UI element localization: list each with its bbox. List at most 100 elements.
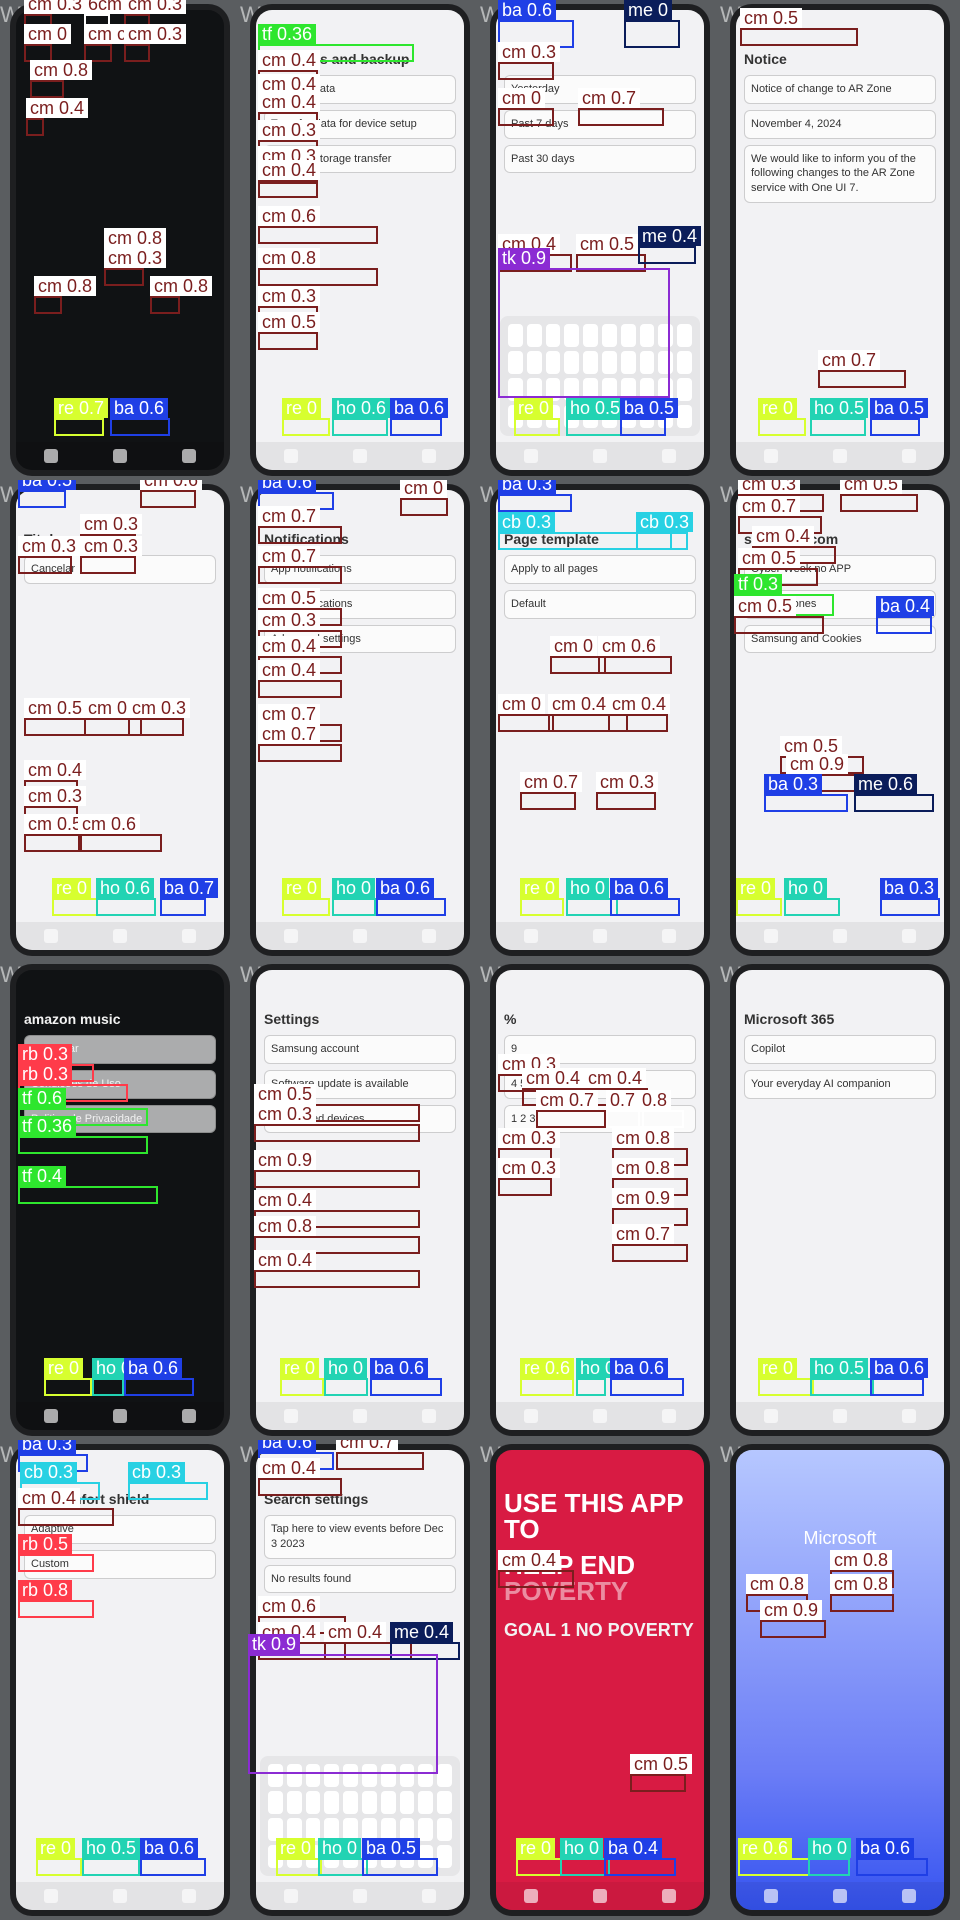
key[interactable] <box>564 351 580 374</box>
key[interactable] <box>343 1764 358 1787</box>
recents-button[interactable] <box>763 449 778 463</box>
key[interactable] <box>602 405 617 428</box>
screen-item[interactable]: Smartphones <box>744 589 936 619</box>
key[interactable] <box>343 1791 358 1814</box>
nav-bar[interactable] <box>16 1402 224 1430</box>
screen-item[interactable]: Advanced settings <box>264 624 456 654</box>
key[interactable] <box>677 405 692 428</box>
key[interactable] <box>362 1818 377 1841</box>
key[interactable] <box>677 378 692 401</box>
screen-item[interactable]: Transfer data for device setup <box>264 109 456 139</box>
back-button[interactable] <box>902 449 917 463</box>
screen-item[interactable]: External storage transfer <box>264 144 456 174</box>
key[interactable] <box>508 378 523 401</box>
home-button[interactable] <box>832 929 847 943</box>
key[interactable] <box>437 1845 452 1868</box>
key[interactable] <box>583 351 598 374</box>
home-button[interactable] <box>352 1409 367 1423</box>
recents-button[interactable] <box>523 1409 538 1423</box>
key[interactable] <box>602 324 617 347</box>
key[interactable] <box>399 1818 415 1841</box>
key[interactable] <box>508 324 523 347</box>
recents-button[interactable] <box>523 929 538 943</box>
key[interactable] <box>305 1845 321 1868</box>
key[interactable] <box>508 351 523 374</box>
back-button[interactable] <box>902 1409 917 1423</box>
key[interactable] <box>380 1791 396 1814</box>
key[interactable] <box>658 351 674 374</box>
key[interactable] <box>418 1845 434 1868</box>
key[interactable] <box>286 1845 302 1868</box>
screen-item[interactable]: Default <box>504 589 696 619</box>
key[interactable] <box>399 1764 415 1787</box>
back-button[interactable] <box>422 1889 437 1903</box>
screen-item[interactable]: Cancelar <box>24 554 216 584</box>
key[interactable] <box>564 324 580 347</box>
back-button[interactable] <box>662 1409 677 1423</box>
screen-item[interactable]: 9 <box>504 1034 696 1064</box>
keyboard[interactable] <box>500 316 700 436</box>
back-button[interactable] <box>422 1409 437 1423</box>
key[interactable] <box>677 351 692 374</box>
recents-button[interactable] <box>763 929 778 943</box>
key[interactable] <box>343 1818 358 1841</box>
nav-bar[interactable] <box>16 1882 224 1910</box>
recents-button[interactable] <box>523 449 538 463</box>
back-button[interactable] <box>182 929 197 943</box>
screen-item[interactable]: Copilot <box>744 1034 936 1064</box>
key[interactable] <box>658 378 674 401</box>
key[interactable] <box>583 378 598 401</box>
key[interactable] <box>324 1764 340 1787</box>
screen-item[interactable]: Yesterday <box>504 74 696 104</box>
key[interactable] <box>362 1845 377 1868</box>
nav-bar[interactable] <box>496 1882 704 1910</box>
key[interactable] <box>418 1818 434 1841</box>
key[interactable] <box>362 1764 377 1787</box>
screen-item[interactable]: 1 2 3 <box>504 1104 696 1134</box>
nav-bar[interactable] <box>736 922 944 950</box>
home-button[interactable] <box>832 1409 847 1423</box>
nav-bar[interactable] <box>496 442 704 470</box>
key[interactable] <box>677 324 692 347</box>
key[interactable] <box>437 1764 452 1787</box>
recents-button[interactable] <box>763 1409 778 1423</box>
home-button[interactable] <box>352 449 367 463</box>
key[interactable] <box>305 1818 321 1841</box>
key[interactable] <box>639 378 655 401</box>
key[interactable] <box>286 1791 302 1814</box>
key[interactable] <box>268 1845 283 1868</box>
back-button[interactable] <box>182 449 197 463</box>
key[interactable] <box>343 1845 358 1868</box>
home-button[interactable] <box>832 1889 847 1903</box>
key[interactable] <box>620 324 636 347</box>
screen-item[interactable]: Back up data <box>264 74 456 104</box>
key[interactable] <box>658 324 674 347</box>
key[interactable] <box>526 378 542 401</box>
screen-item[interactable]: Condicoes de Uso <box>24 1069 216 1099</box>
nav-bar[interactable] <box>736 1882 944 1910</box>
screen-item[interactable]: Past 7 days <box>504 109 696 139</box>
home-button[interactable] <box>352 929 367 943</box>
home-button[interactable] <box>112 1409 127 1423</box>
home-button[interactable] <box>832 449 847 463</box>
key[interactable] <box>437 1791 452 1814</box>
back-button[interactable] <box>182 1889 197 1903</box>
recents-button[interactable] <box>43 1409 58 1423</box>
key[interactable] <box>602 378 617 401</box>
nav-bar[interactable] <box>256 1882 464 1910</box>
nav-bar[interactable] <box>16 922 224 950</box>
key[interactable] <box>602 351 617 374</box>
key[interactable] <box>286 1818 302 1841</box>
home-button[interactable] <box>592 929 607 943</box>
back-button[interactable] <box>182 1409 197 1423</box>
screen-item[interactable]: App notifications <box>264 554 456 584</box>
key[interactable] <box>380 1845 396 1868</box>
key[interactable] <box>508 405 523 428</box>
screen-item[interactable]: We would like to inform you of the follo… <box>744 144 936 204</box>
recents-button[interactable] <box>523 1889 538 1903</box>
key[interactable] <box>399 1845 415 1868</box>
back-button[interactable] <box>422 449 437 463</box>
key[interactable] <box>286 1764 302 1787</box>
key[interactable] <box>545 405 561 428</box>
key[interactable] <box>545 324 561 347</box>
